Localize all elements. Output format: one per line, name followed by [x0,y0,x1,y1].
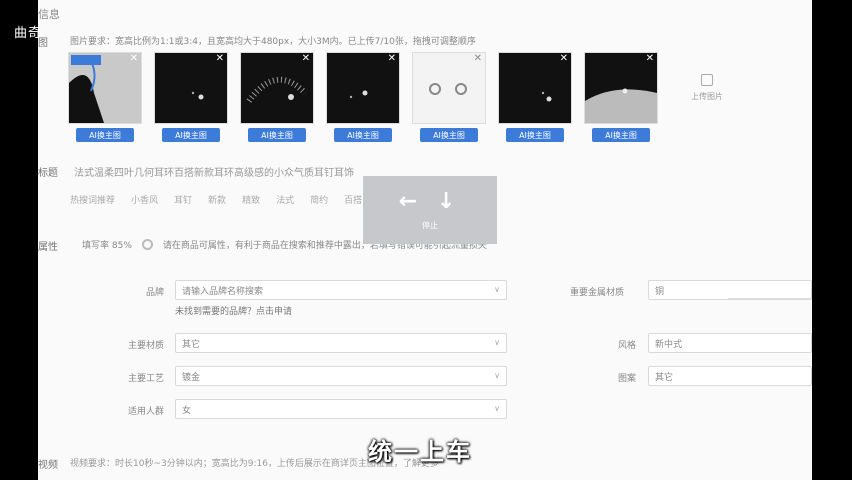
gesture-overlay[interactable]: ← ↓ 停止 [363,176,497,244]
tag-item[interactable]: 小香风 [131,193,158,206]
main-material-label: 主要材质 [127,341,164,351]
ai-replace-button[interactable]: AI换主图 [248,128,306,142]
image-thumb[interactable]: ✕ [584,52,658,124]
ai-replace-button[interactable]: AI换主图 [506,128,564,142]
image-thumb[interactable]: ✕ [412,52,486,124]
image-thumb[interactable]: ✕ [326,52,400,124]
image-thumb[interactable]: ✕ [68,52,142,124]
close-icon[interactable]: ✕ [130,54,138,64]
progress-ring-icon [141,239,153,250]
divider [728,298,812,299]
title-row-label: 标题 [38,168,58,179]
tag-item[interactable]: 百搭 [344,193,362,206]
craft-value: 镀金 [182,372,201,383]
arrow-icon: ← ↓ [398,189,462,214]
brand-label: 品牌 [145,288,164,298]
pattern-value: 其它 [655,372,674,383]
ai-replace-button[interactable]: AI换主图 [592,128,650,142]
right-material-label: 重要金属材质 [569,288,624,298]
close-icon[interactable]: ✕ [302,54,310,64]
chevron-down-icon: ∨ [494,285,500,294]
craft-select[interactable]: 镀金 ∨ [175,366,507,386]
image-hint: 图片要求：宽高比例为1:1或3:4，且宽高均大于480px，大小3M内。已上传7… [70,37,476,47]
image-item-1[interactable]: ✕ AI换主图 [68,52,142,142]
brand-select[interactable]: 请输入品牌名称搜索 ∨ [175,280,507,300]
tag-item[interactable]: 新款 [208,193,226,206]
brand-placeholder: 请输入品牌名称搜索 [182,286,264,297]
close-icon[interactable]: ✕ [646,54,654,64]
ai-replace-button[interactable]: AI换主图 [76,128,134,142]
product-edit-form: 信息 图 图片要求：宽高比例为1:1或3:4，且宽高均大于480px，大小3M内… [38,0,812,480]
keyword-tags: 热搜词推荐 小香风 耳钉 新款 精致 法式 简约 百搭 耳坠 [70,193,396,206]
close-icon[interactable]: ✕ [216,54,224,64]
image-item-6[interactable]: ✕ AI换主图 [498,52,572,142]
upload-image-button[interactable]: 上传图片 [670,52,744,124]
image-thumb[interactable]: ✕ [154,52,228,124]
crowd-select[interactable]: 女 ∨ [175,399,507,419]
image-thumb[interactable]: ✕ [498,52,572,124]
image-item-2[interactable]: ✕ AI换主图 [154,52,228,142]
upload-label: 上传图片 [691,92,723,101]
left-letterbox [0,0,38,480]
right-material-select[interactable]: 铜 [648,280,812,300]
image-item-4[interactable]: ✕ AI换主图 [326,52,400,142]
style-select[interactable]: 新中式 [648,333,812,353]
fill-rate-score: 填写率 85% [82,241,132,251]
chevron-down-icon: ∨ [494,338,500,347]
close-icon[interactable]: ✕ [388,54,396,64]
overlay-label: 停止 [422,221,438,230]
ai-replace-button[interactable]: AI换主图 [420,128,478,142]
close-icon[interactable]: ✕ [560,54,568,64]
pattern-label: 图案 [617,374,636,384]
attr-row-label: 属性 [38,242,58,253]
tag-item[interactable]: 热搜词推荐 [70,193,115,206]
crowd-value: 女 [182,405,192,416]
pattern-select[interactable]: 其它 [648,366,812,386]
ai-replace-button[interactable]: AI换主图 [162,128,220,142]
style-label: 风格 [617,341,636,351]
upload-slot[interactable]: 上传图片 [670,52,744,142]
video-row-label: 视频 [38,460,58,471]
image-list: ✕ AI换主图 ✕ AI换主图 ✕ AI换主图 ✕ AI换主图 ✕ AI换主图 … [68,52,744,142]
chevron-down-icon: ∨ [494,404,500,413]
crowd-label: 适用人群 [127,407,164,417]
tag-item[interactable]: 简约 [310,193,328,206]
right-letterbox [812,0,852,480]
tag-item[interactable]: 精致 [242,193,260,206]
image-item-7[interactable]: ✕ AI换主图 [584,52,658,142]
close-icon[interactable]: ✕ [474,54,482,64]
craft-label: 主要工艺 [127,374,164,384]
product-title-input[interactable]: 法式温柔四叶几何耳环百搭新款耳环高级感的小众气质耳钉耳饰 [74,164,354,179]
tag-item[interactable]: 耳钉 [174,193,192,206]
right-material-value: 铜 [655,286,665,297]
video-subtitle: 统一上车 [368,438,472,466]
main-material-value: 其它 [182,339,201,350]
image-item-3[interactable]: ✕ AI换主图 [240,52,314,142]
image-item-5[interactable]: ✕ AI换主图 [412,52,486,142]
chevron-down-icon: ∨ [494,371,500,380]
watermark: 曲奇 [14,26,43,41]
ai-replace-button[interactable]: AI换主图 [334,128,392,142]
upload-icon [701,74,713,86]
apply-brand-link[interactable]: 未找到需要的品牌？点击申请 [175,304,292,317]
tag-item[interactable]: 法式 [276,193,294,206]
style-value: 新中式 [655,339,683,350]
section-title: 信息 [38,8,60,21]
main-material-select[interactable]: 其它 ∨ [175,333,507,353]
image-thumb[interactable]: ✕ [240,52,314,124]
